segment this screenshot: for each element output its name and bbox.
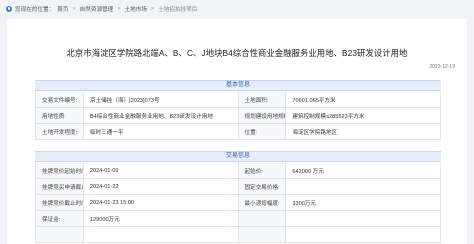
field-label [238,211,287,226]
breadcrumb-item-land-market[interactable]: 土地市场 [125,5,147,13]
breadcrumb: 您现在的位置： 首页 > 自然资源管理 > 土地市场 > 土地招拍挂项目 [0,0,474,17]
field-label: 起始价: [238,163,287,178]
content-panel: 北京市海淀区学院路北端A、B、C、J地块B4综合性商业金融服务业用地、B23研发… [7,19,467,244]
table-row: 挂牌竞价起始时间: 2024-01-09 起始价: 642000 万元 [36,163,441,179]
table-row: 挂牌竞价截止时间: 2024-01-23 15:00 最小递增幅度: 3300万元 [36,195,441,211]
page-title: 北京市海淀区学院路北端A、B、C、J地块B4综合性商业金融服务业用地、B23研发… [66,48,408,58]
field-value: 70601.065平方米 [286,92,441,107]
publish-date: 2023-12-19 [429,64,455,70]
table-row: 土地开发程度: 临时三通一平 位置: 海淀区学院路地区 [36,124,441,140]
field-label: 挂牌竞买申请截止时间: [36,179,84,194]
breadcrumb-item-current: 土地招拍挂项目 [158,6,198,13]
field-value: 2024-01-23 15:00 [84,195,239,210]
field-label: 挂牌竞价起始时间: [36,163,84,178]
breadcrumb-item-home[interactable]: 首页 [57,5,68,13]
field-value [286,179,441,194]
table-row: 挂牌竞买申请截止时间:2024-01-22固定交易价格: [36,179,441,195]
location-icon [6,5,12,12]
field-label: 固定交易价格: [238,179,287,194]
field-value [286,227,441,242]
field-label: 保证金: [36,211,84,226]
field-label [36,227,84,242]
field-value: 2024-01-09 [84,163,239,178]
trade-info-table: 挂牌竞价起始时间:2024-01-09起始价:642000 万元挂牌竞买申请截止… [35,163,441,243]
breadcrumb-item-resource[interactable]: 自然资源管理 [80,5,114,13]
field-value: 129000万元 [84,211,239,226]
field-label: 土地面积: [238,92,287,107]
field-label: 位置: [238,124,287,139]
trade-info-header: 交易信息 [35,151,441,162]
field-value: 642000 万元 [286,163,441,178]
field-value: 2024-01-22 [84,179,239,194]
field-value: 京土储挂（海）[2023]073号 [84,92,239,107]
table-row: 保证金: 129000万元 [36,211,441,227]
field-label: 最小递增幅度: [238,195,287,210]
field-label [238,227,287,242]
field-value: 建筑控制规模≤285523平方米 [286,108,441,123]
breadcrumb-separator: > [117,5,121,12]
field-label: 规划建设用地规模: [238,108,287,123]
field-label: 交易文件编号: [36,92,84,107]
field-value: B4综合性商业金融服务业用地、B23研发设计用地 [84,108,239,123]
field-label: 用地性质: [36,108,84,123]
field-value: 3300万元 [286,195,441,210]
table-row: 交易文件编号: 京土储挂（海）[2023]073号 土地面积: 70601.065平方… [36,92,441,108]
breadcrumb-separator: > [72,5,76,12]
field-label: 土地开发程度: [36,124,84,139]
field-value: 临时三通一平 [84,124,239,139]
table-row: 用地性质: B4综合性商业金融服务业用地、B23研发设计用地 规划建设用地规模: 建筑… [36,108,441,124]
breadcrumb-separator: > [150,5,155,12]
field-value [286,211,441,226]
field-value [84,227,239,242]
field-value: 海淀区学院路地区 [286,124,441,139]
field-label: 挂牌竞价截止时间: [36,195,84,210]
basic-info-header: 基本信息 [35,80,441,91]
basic-info-table: 交易文件编号: 京土储挂（海）[2023]073号 土地面积: 70601.065平方… [35,92,441,140]
table-row [36,227,441,243]
breadcrumb-prefix: 您现在的位置： [15,6,55,13]
